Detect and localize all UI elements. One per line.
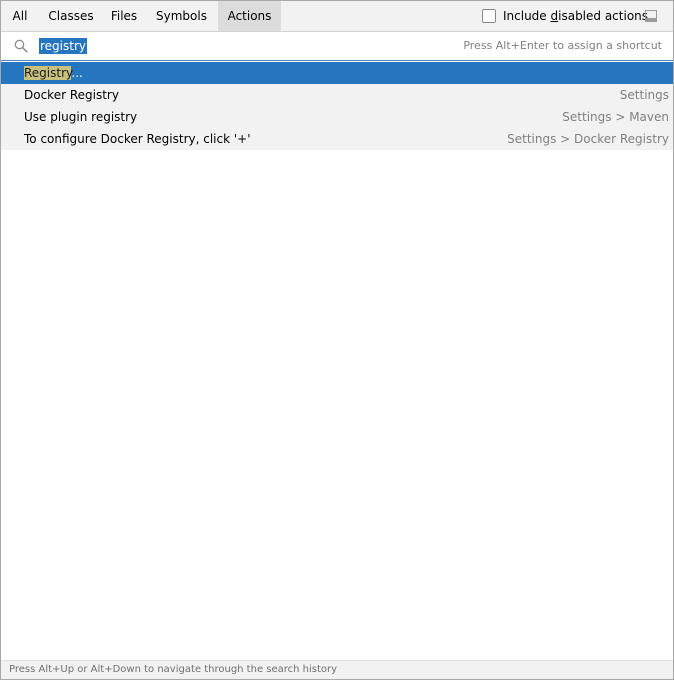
result-row-registry[interactable]: Registry...	[1, 62, 673, 84]
search-field-row: registry Press Alt+Enter to assign a sho…	[1, 32, 673, 61]
search-everywhere-popup: All Classes Files Symbols Actions Includ…	[0, 0, 674, 680]
result-name: Registry...	[24, 62, 83, 84]
include-disabled-label: Include disabled actions	[503, 7, 648, 25]
include-disabled-label-post: isabled actions	[558, 9, 649, 23]
result-name-rest: ...	[71, 66, 83, 80]
match-highlight: Registry	[24, 66, 72, 80]
search-history-hint: Press Alt+Up or Alt+Down to navigate thr…	[9, 664, 338, 675]
include-disabled-mnemonic: d	[550, 9, 559, 23]
status-bar: Press Alt+Up or Alt+Down to navigate thr…	[1, 660, 673, 679]
include-disabled-checkbox[interactable]	[482, 9, 496, 23]
include-disabled-label-pre: Include	[503, 9, 551, 23]
tab-files[interactable]: Files	[103, 1, 145, 31]
results-list: Registry... Docker Registry Settings Use…	[1, 62, 673, 150]
search-input[interactable]: registry	[39, 38, 87, 54]
result-name: Use plugin registry	[24, 110, 138, 124]
result-row-configure-docker-registry[interactable]: To configure Docker Registry, click '+' …	[1, 128, 673, 150]
search-icon	[14, 39, 28, 53]
result-row-use-plugin-registry[interactable]: Use plugin registry Settings > Maven	[1, 106, 673, 128]
tab-symbols[interactable]: Symbols	[145, 1, 218, 31]
tab-bar: All Classes Files Symbols Actions Includ…	[1, 1, 673, 32]
tab-all[interactable]: All	[1, 1, 39, 31]
tab-classes[interactable]: Classes	[39, 1, 103, 31]
result-name: To configure Docker Registry, click '+'	[24, 132, 251, 146]
result-location: Settings > Docker Registry	[507, 132, 669, 146]
result-row-docker-registry[interactable]: Docker Registry Settings	[1, 84, 673, 106]
tab-actions[interactable]: Actions	[218, 1, 281, 31]
assign-shortcut-hint: Press Alt+Enter to assign a shortcut	[463, 39, 662, 52]
result-name: Docker Registry	[24, 88, 119, 102]
pin-window-icon[interactable]	[644, 9, 658, 23]
result-location: Settings	[619, 88, 669, 102]
result-location: Settings > Maven	[562, 110, 669, 124]
